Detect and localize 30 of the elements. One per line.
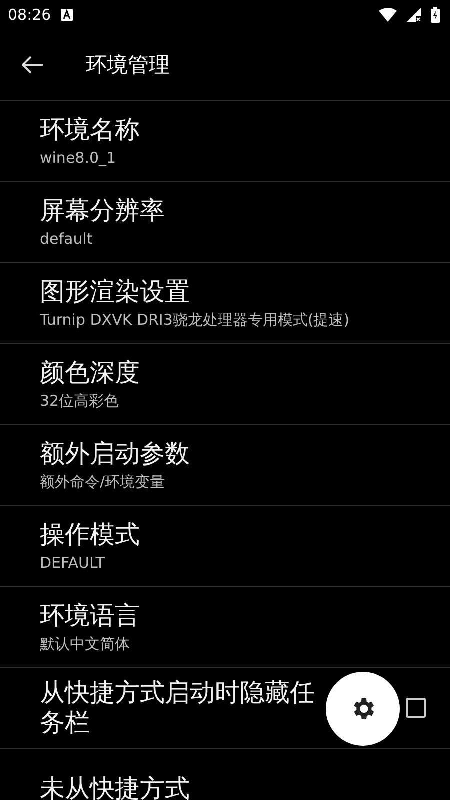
settings-row[interactable]: 环境语言 默认中文简体 (0, 586, 450, 667)
setting-title: 操作模式 (40, 520, 141, 550)
back-arrow-icon[interactable] (22, 56, 44, 74)
setting-value: 32位高彩色 (40, 392, 120, 410)
setting-title: 从快捷方式启动时隐藏任务栏 (40, 678, 316, 738)
signal-icon (407, 8, 421, 22)
settings-row[interactable]: 环境名称 wine8.0_1 (0, 100, 450, 181)
setting-value: 额外命令/环境变量 (40, 472, 166, 492)
settings-row[interactable]: 颜色深度 32位高彩色 (0, 343, 450, 424)
setting-title: 颜色深度 (40, 358, 141, 388)
keyboard-icon (61, 9, 74, 21)
status-time: 08:26 (8, 6, 52, 24)
checkbox[interactable] (406, 698, 426, 718)
battery-icon (431, 7, 440, 23)
setting-value: Turnip DXVK DRI3骁龙处理器专用模式(提速) (40, 310, 351, 330)
setting-title: 额外启动参数 (40, 438, 191, 468)
setting-value: default (40, 230, 94, 248)
setting-title: 环境语言 (40, 600, 141, 630)
setting-title: 环境名称 (40, 115, 141, 145)
wifi-icon (379, 8, 397, 22)
settings-row[interactable]: 操作模式 DEFAULT (0, 505, 450, 586)
settings-row[interactable]: 图形渲染设置 Turnip DXVK DRI3骁龙处理器专用模式(提速) (0, 262, 450, 343)
page-title: 环境管理 (86, 52, 170, 79)
settings-row[interactable]: 屏幕分辨率 default (0, 181, 450, 262)
setting-title: 屏幕分辨率 (40, 196, 166, 226)
setting-title: 图形渲染设置 (40, 276, 191, 306)
setting-value: 默认中文简体 (40, 634, 131, 654)
setting-value: DEFAULT (40, 554, 106, 572)
setting-value: wine8.0_1 (40, 149, 118, 167)
settings-row[interactable]: 额外启动参数 额外命令/环境变量 (0, 424, 450, 505)
